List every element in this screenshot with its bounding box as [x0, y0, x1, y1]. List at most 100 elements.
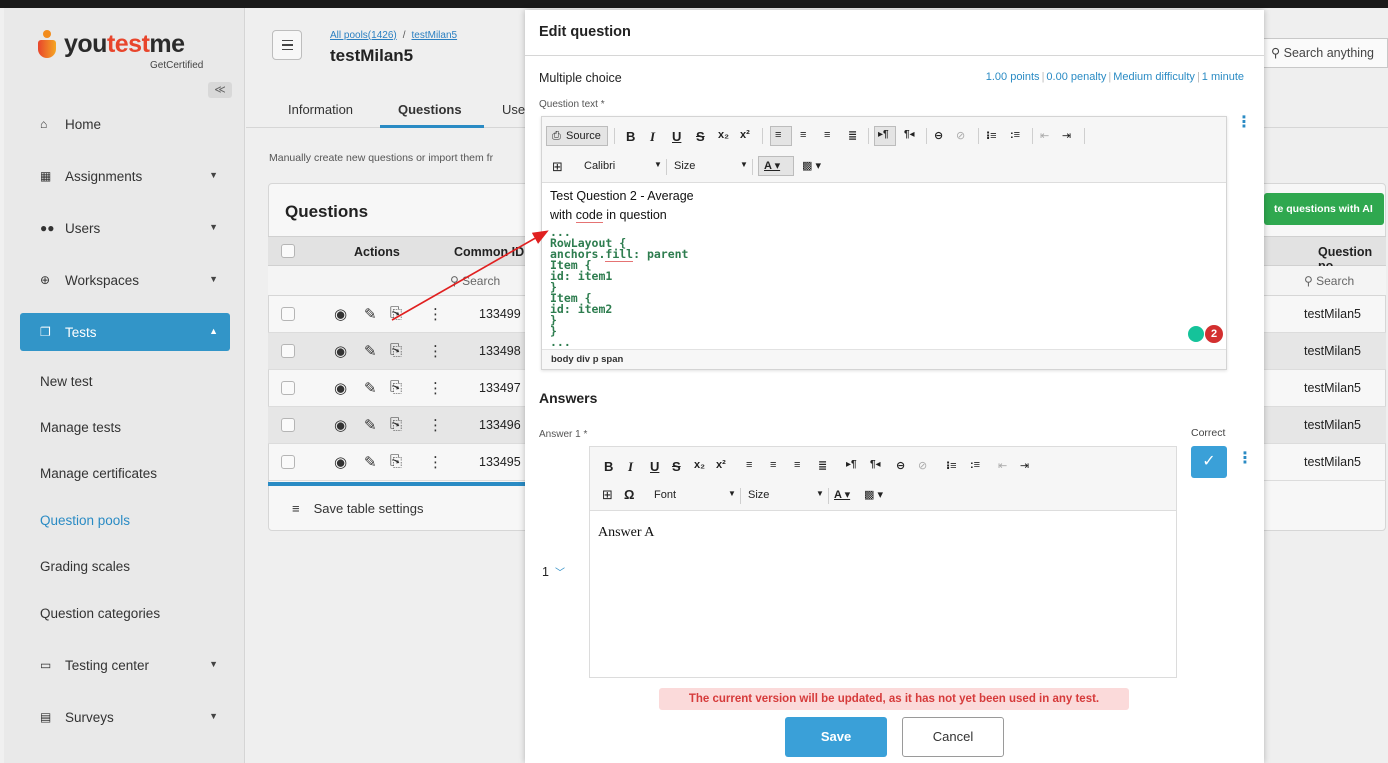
size-select[interactable]: Size — [748, 489, 769, 501]
numbered-list-icon[interactable]: ⁝≡ — [986, 129, 997, 142]
size-select[interactable]: Size — [674, 160, 695, 172]
more-vert-icon[interactable]: ⋮ — [428, 379, 443, 397]
sidebar-item-users[interactable]: ●● Users ▼ — [20, 209, 230, 247]
strikethrough-icon[interactable]: S — [696, 129, 705, 144]
italic-icon[interactable]: I — [650, 129, 655, 145]
sidebar-subitem-question-categories[interactable]: Question categories — [40, 606, 160, 621]
answer-more-icon[interactable]: ⋮ — [1237, 451, 1253, 467]
sidebar-subitem-question-pools[interactable]: Question pools — [40, 513, 130, 528]
tab-questions[interactable]: Questions — [398, 102, 462, 117]
pencil-icon[interactable]: ✎ — [364, 453, 377, 471]
eye-icon[interactable]: ◉ — [334, 305, 347, 323]
common-id-filter[interactable]: ⚲ Search — [450, 274, 500, 288]
sidebar-subitem-grading-scales[interactable]: Grading scales — [40, 559, 130, 574]
pencil-icon[interactable]: ✎ — [364, 305, 377, 323]
penalty[interactable]: 0.00 penalty — [1046, 71, 1106, 83]
italic-icon[interactable]: I — [628, 459, 633, 475]
clipboard-icon[interactable]: ⎘ — [390, 453, 402, 470]
background-color-icon[interactable]: ▩ ▾ — [802, 159, 821, 172]
align-justify-icon[interactable]: ≣ — [848, 129, 857, 142]
sidebar-item-testing-center[interactable]: ▭ Testing center ▼ — [20, 646, 230, 684]
sidebar-item-assignments[interactable]: ▦ Assignments ▼ — [20, 157, 230, 195]
pencil-icon[interactable]: ✎ — [364, 342, 377, 360]
question-content[interactable]: Test Question 2 - Average with code in q… — [550, 187, 1220, 348]
align-left-icon[interactable]: ≡ — [746, 459, 752, 471]
ltr-icon[interactable]: ▸¶ — [846, 459, 857, 470]
sidebar-item-home[interactable]: ⌂ Home — [20, 105, 230, 143]
save-table-settings-button[interactable]: ≡ Save table settings — [292, 501, 423, 516]
link-icon[interactable]: ⊖ — [896, 459, 905, 472]
grammarly-icon[interactable] — [1188, 326, 1204, 342]
question-meta[interactable]: 1.00 points | 0.00 penalty | Medium difficul… — [986, 71, 1244, 83]
generate-questions-ai-button[interactable]: te questions with AI — [1264, 193, 1384, 225]
outdent-icon[interactable]: ⇤ — [998, 459, 1007, 472]
text-color-icon[interactable]: A ▾ — [834, 488, 850, 501]
save-button[interactable]: Save — [785, 717, 887, 757]
points[interactable]: 1.00 points — [986, 71, 1040, 83]
row-checkbox[interactable] — [281, 455, 295, 469]
question-more-icon[interactable]: ⋮ — [1236, 115, 1252, 131]
collapse-sidebar-button[interactable]: ≪ — [208, 82, 232, 98]
strikethrough-icon[interactable]: S — [672, 459, 681, 474]
horizontal-scrollbar[interactable] — [268, 482, 526, 486]
table-icon[interactable]: ⊞ — [602, 487, 613, 503]
row-checkbox[interactable] — [281, 418, 295, 432]
sidebar-subitem-manage-certificates[interactable]: Manage certificates — [40, 466, 157, 481]
breadcrumb-current-pool[interactable]: testMilan5 — [412, 30, 458, 41]
tab-information[interactable]: Information — [288, 102, 353, 117]
row-checkbox[interactable] — [281, 381, 295, 395]
table-icon[interactable]: ⊞ — [552, 159, 563, 175]
global-search-input[interactable]: ⚲ Search anything — [1262, 38, 1388, 68]
unlink-icon[interactable]: ⊘ — [918, 459, 927, 472]
duration[interactable]: 1 minute — [1202, 71, 1244, 83]
menu-toggle-button[interactable] — [272, 30, 302, 60]
indent-icon[interactable]: ⇥ — [1020, 459, 1029, 472]
difficulty[interactable]: Medium difficulty — [1113, 71, 1195, 83]
clipboard-icon[interactable]: ⎘ — [390, 416, 402, 433]
element-path[interactable]: body div p span — [551, 354, 623, 365]
pencil-icon[interactable]: ✎ — [364, 379, 377, 397]
bold-icon[interactable]: B — [626, 129, 635, 144]
clipboard-icon[interactable]: ⎘ — [390, 379, 402, 396]
correct-toggle-button[interactable]: ✓ — [1191, 446, 1227, 478]
tab-users[interactable]: Use — [502, 102, 525, 117]
superscript-icon[interactable]: x² — [740, 129, 750, 141]
pencil-icon[interactable]: ✎ — [364, 416, 377, 434]
superscript-icon[interactable]: x² — [716, 459, 726, 471]
align-center-icon[interactable]: ≡ — [770, 459, 776, 471]
special-char-icon[interactable]: Ω — [624, 487, 634, 502]
underline-icon[interactable]: U — [650, 459, 659, 474]
align-right-icon[interactable]: ≡ — [824, 129, 830, 141]
sidebar-subitem-manage-tests[interactable]: Manage tests — [40, 420, 121, 435]
sidebar-item-workspaces[interactable]: ⊕ Workspaces ▼ — [20, 261, 230, 299]
eye-icon[interactable]: ◉ — [334, 453, 347, 471]
more-vert-icon[interactable]: ⋮ — [428, 305, 443, 323]
bold-icon[interactable]: B — [604, 459, 613, 474]
bullet-list-icon[interactable]: :≡ — [1010, 129, 1020, 141]
cancel-button[interactable]: Cancel — [902, 717, 1004, 757]
underline-icon[interactable]: U — [672, 129, 681, 144]
answer-1-editor[interactable]: B I U S x₂ x² ≡ ≡ ≡ ≣ ▸¶ ¶◂ ⊖ ⊘ ⁝≡ :≡ ⇤ … — [589, 446, 1177, 678]
breadcrumb-all-pools[interactable]: All pools(1426) — [330, 30, 397, 41]
bullet-list-icon[interactable]: :≡ — [970, 459, 980, 471]
col-common-id[interactable]: Common ID — [454, 245, 524, 259]
numbered-list-icon[interactable]: ⁝≡ — [946, 459, 957, 472]
error-count-badge[interactable]: 2 — [1205, 325, 1223, 343]
sidebar-item-surveys[interactable]: ▤ Surveys ▼ — [20, 698, 230, 736]
clipboard-icon[interactable]: ⎘ — [390, 305, 402, 322]
subscript-icon[interactable]: x₂ — [694, 459, 705, 471]
font-select[interactable]: Calibri — [584, 160, 615, 172]
font-select[interactable]: Font — [654, 489, 676, 501]
sidebar-subitem-new-test[interactable]: New test — [40, 374, 93, 389]
background-color-icon[interactable]: ▩ ▾ — [864, 488, 883, 501]
eye-icon[interactable]: ◉ — [334, 416, 347, 434]
more-vert-icon[interactable]: ⋮ — [428, 416, 443, 434]
align-right-icon[interactable]: ≡ — [794, 459, 800, 471]
rtl-icon[interactable]: ¶◂ — [904, 129, 915, 140]
select-all-checkbox[interactable] — [281, 244, 295, 258]
pool-filter[interactable]: ⚲ Search — [1304, 274, 1354, 288]
clipboard-icon[interactable]: ⎘ — [390, 342, 402, 359]
row-checkbox[interactable] — [281, 344, 295, 358]
outdent-icon[interactable]: ⇤ — [1040, 129, 1049, 142]
align-justify-icon[interactable]: ≣ — [818, 459, 827, 472]
